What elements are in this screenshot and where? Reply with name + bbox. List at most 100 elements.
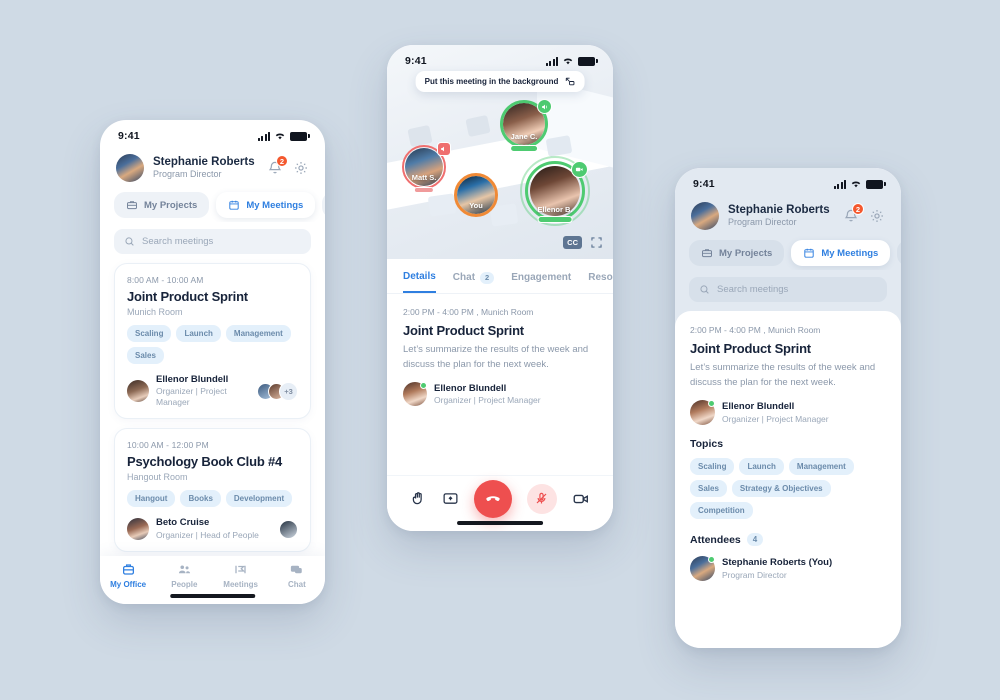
tag[interactable]: Books (180, 490, 221, 508)
wifi-icon (851, 181, 861, 188)
tag[interactable]: Launch (176, 325, 221, 342)
participant-ellenor[interactable]: Ellenor B. (520, 156, 590, 226)
gear-icon[interactable] (869, 208, 885, 224)
nav-meetings[interactable]: Meetings (213, 562, 269, 589)
phone-meeting-detail: 9:41 Stephanie Roberts Program Director … (675, 168, 901, 648)
meeting-title: Psychology Book Club #4 (127, 454, 283, 470)
meetings-icon (235, 565, 246, 574)
profile-header: Stephanie Roberts Program Director 2 (100, 146, 325, 188)
speaker-icon (437, 142, 451, 156)
participant-name: You (469, 201, 483, 210)
participant-matt[interactable]: Matt S. (402, 142, 451, 193)
participant-you[interactable]: You (454, 173, 498, 217)
nav-chat[interactable]: Chat (269, 562, 325, 589)
organizer-name: Ellenor Blundell (156, 374, 229, 385)
notifications-bell-icon[interactable]: 2 (843, 203, 864, 224)
home-indicator (457, 521, 543, 525)
avatar[interactable] (116, 154, 144, 182)
participant-jane[interactable]: Jane C. (500, 99, 552, 152)
search-icon (700, 285, 709, 294)
topic-tag[interactable]: Sales (690, 480, 727, 498)
tag[interactable]: Development (225, 490, 293, 508)
raise-hand-icon[interactable] (410, 490, 427, 507)
chair (407, 124, 433, 148)
organizer-role: Organizer | Project Manager (156, 386, 227, 408)
meeting-card[interactable]: 8:00 AM - 10:00 AM Joint Product Sprint … (114, 263, 311, 420)
tab-my-projects[interactable]: My Projects (689, 240, 785, 266)
meeting-card[interactable]: 10:00 AM - 12:00 PM Psychology Book Club… (114, 428, 311, 552)
end-call-button[interactable] (473, 479, 512, 518)
meeting-time: 8:00 AM - 10:00 AM (127, 275, 204, 285)
search-input[interactable]: Search meetings (689, 277, 887, 302)
meeting-title: Joint Product Sprint (127, 289, 248, 304)
tab-details[interactable]: Details (403, 271, 436, 293)
nav-people[interactable]: People (156, 562, 212, 589)
tag[interactable]: Hangout (127, 490, 176, 508)
tab-label: My Projects (144, 199, 198, 211)
search-icon (125, 237, 134, 246)
attendees-heading-row: Attendees 4 (690, 533, 886, 547)
tab-label: My Meetings (246, 199, 304, 211)
attendee-avatar-stack[interactable] (279, 519, 298, 539)
meeting-organizer: Ellenor Blundell Organizer | Project Man… (690, 400, 886, 426)
calendar-icon (229, 200, 240, 210)
online-status-dot (708, 556, 715, 564)
topic-tag[interactable]: Launch (739, 458, 784, 476)
profile-role: Program Director (153, 169, 222, 180)
tab-label: Details (403, 271, 436, 282)
self-ring (454, 173, 498, 217)
tag[interactable]: Management (225, 325, 291, 342)
status-bar-right: 9:41 (675, 168, 901, 194)
tag[interactable]: Scaling (127, 325, 172, 342)
tab-groups[interactable]: Grou (322, 192, 325, 218)
topic-tag[interactable]: Strategy & Objectives (731, 480, 831, 498)
meeting-organizer: Ellenor Blundell Organizer | Project Man… (403, 382, 597, 407)
battery-icon (290, 131, 310, 141)
tab-resources[interactable]: Resour (588, 271, 613, 293)
video-camera-icon[interactable] (572, 490, 590, 508)
attendee-role: Program Director (722, 569, 787, 580)
wifi-icon (275, 133, 285, 140)
meeting-tags: Scaling Launch Management Sales (127, 325, 298, 364)
nav-my-office[interactable]: My Office (100, 562, 156, 589)
tab-my-meetings[interactable]: My Meetings (791, 240, 891, 266)
call-details-panel: 2:00 PM - 4:00 PM , Munich Room Joint Pr… (387, 294, 613, 407)
tag[interactable]: Sales (127, 347, 164, 364)
fullscreen-icon[interactable] (590, 236, 603, 249)
chat-badge: 2 (480, 271, 495, 284)
meeting-description: Let’s summarize the results of the week … (403, 344, 589, 370)
background-mode-tooltip[interactable]: Put this meeting in the background (415, 71, 585, 92)
topic-tag[interactable]: Competition (690, 502, 753, 520)
meeting-room: Hangout Room (127, 472, 188, 483)
topic-tag[interactable]: Management (788, 458, 854, 476)
search-placeholder: Search meetings (142, 236, 214, 247)
profile-header: Stephanie Roberts Program Director 2 (675, 194, 901, 236)
share-screen-icon[interactable] (442, 490, 459, 507)
nav-label: Chat (287, 580, 306, 589)
battery-icon (866, 179, 886, 189)
tab-engagement[interactable]: Engagement (511, 271, 571, 293)
chat-icon (291, 565, 303, 574)
avatar[interactable] (691, 202, 719, 230)
tab-label: My Meetings (821, 247, 879, 259)
profile-name: Stephanie Roberts (728, 203, 830, 216)
nav-label: Meetings (223, 580, 258, 589)
closed-captions-button[interactable]: CC (563, 236, 582, 249)
microphone-muted-button[interactable] (526, 483, 557, 514)
people-icon (178, 565, 190, 574)
nav-label: People (171, 580, 198, 589)
tab-my-projects[interactable]: My Projects (114, 192, 210, 218)
topic-tag[interactable]: Scaling (690, 458, 735, 476)
gear-icon[interactable] (293, 160, 309, 176)
meeting-organizer: Ellenor Blundell Organizer | Project Man… (127, 374, 298, 408)
header-actions: 2 (267, 155, 309, 176)
tab-chat[interactable]: Chat 2 (453, 271, 495, 293)
signal-icon (257, 131, 270, 141)
search-input[interactable]: Search meetings (114, 229, 311, 254)
attendee-row[interactable]: Stephanie Roberts (You) Program Director (690, 556, 886, 582)
notifications-bell-icon[interactable]: 2 (267, 155, 288, 176)
tab-my-meetings[interactable]: My Meetings (216, 192, 316, 218)
tab-groups[interactable]: Grou (897, 240, 901, 266)
meetings-list: 8:00 AM - 10:00 AM Joint Product Sprint … (100, 263, 325, 594)
attendee-avatar-stack[interactable]: +3 (257, 381, 298, 401)
